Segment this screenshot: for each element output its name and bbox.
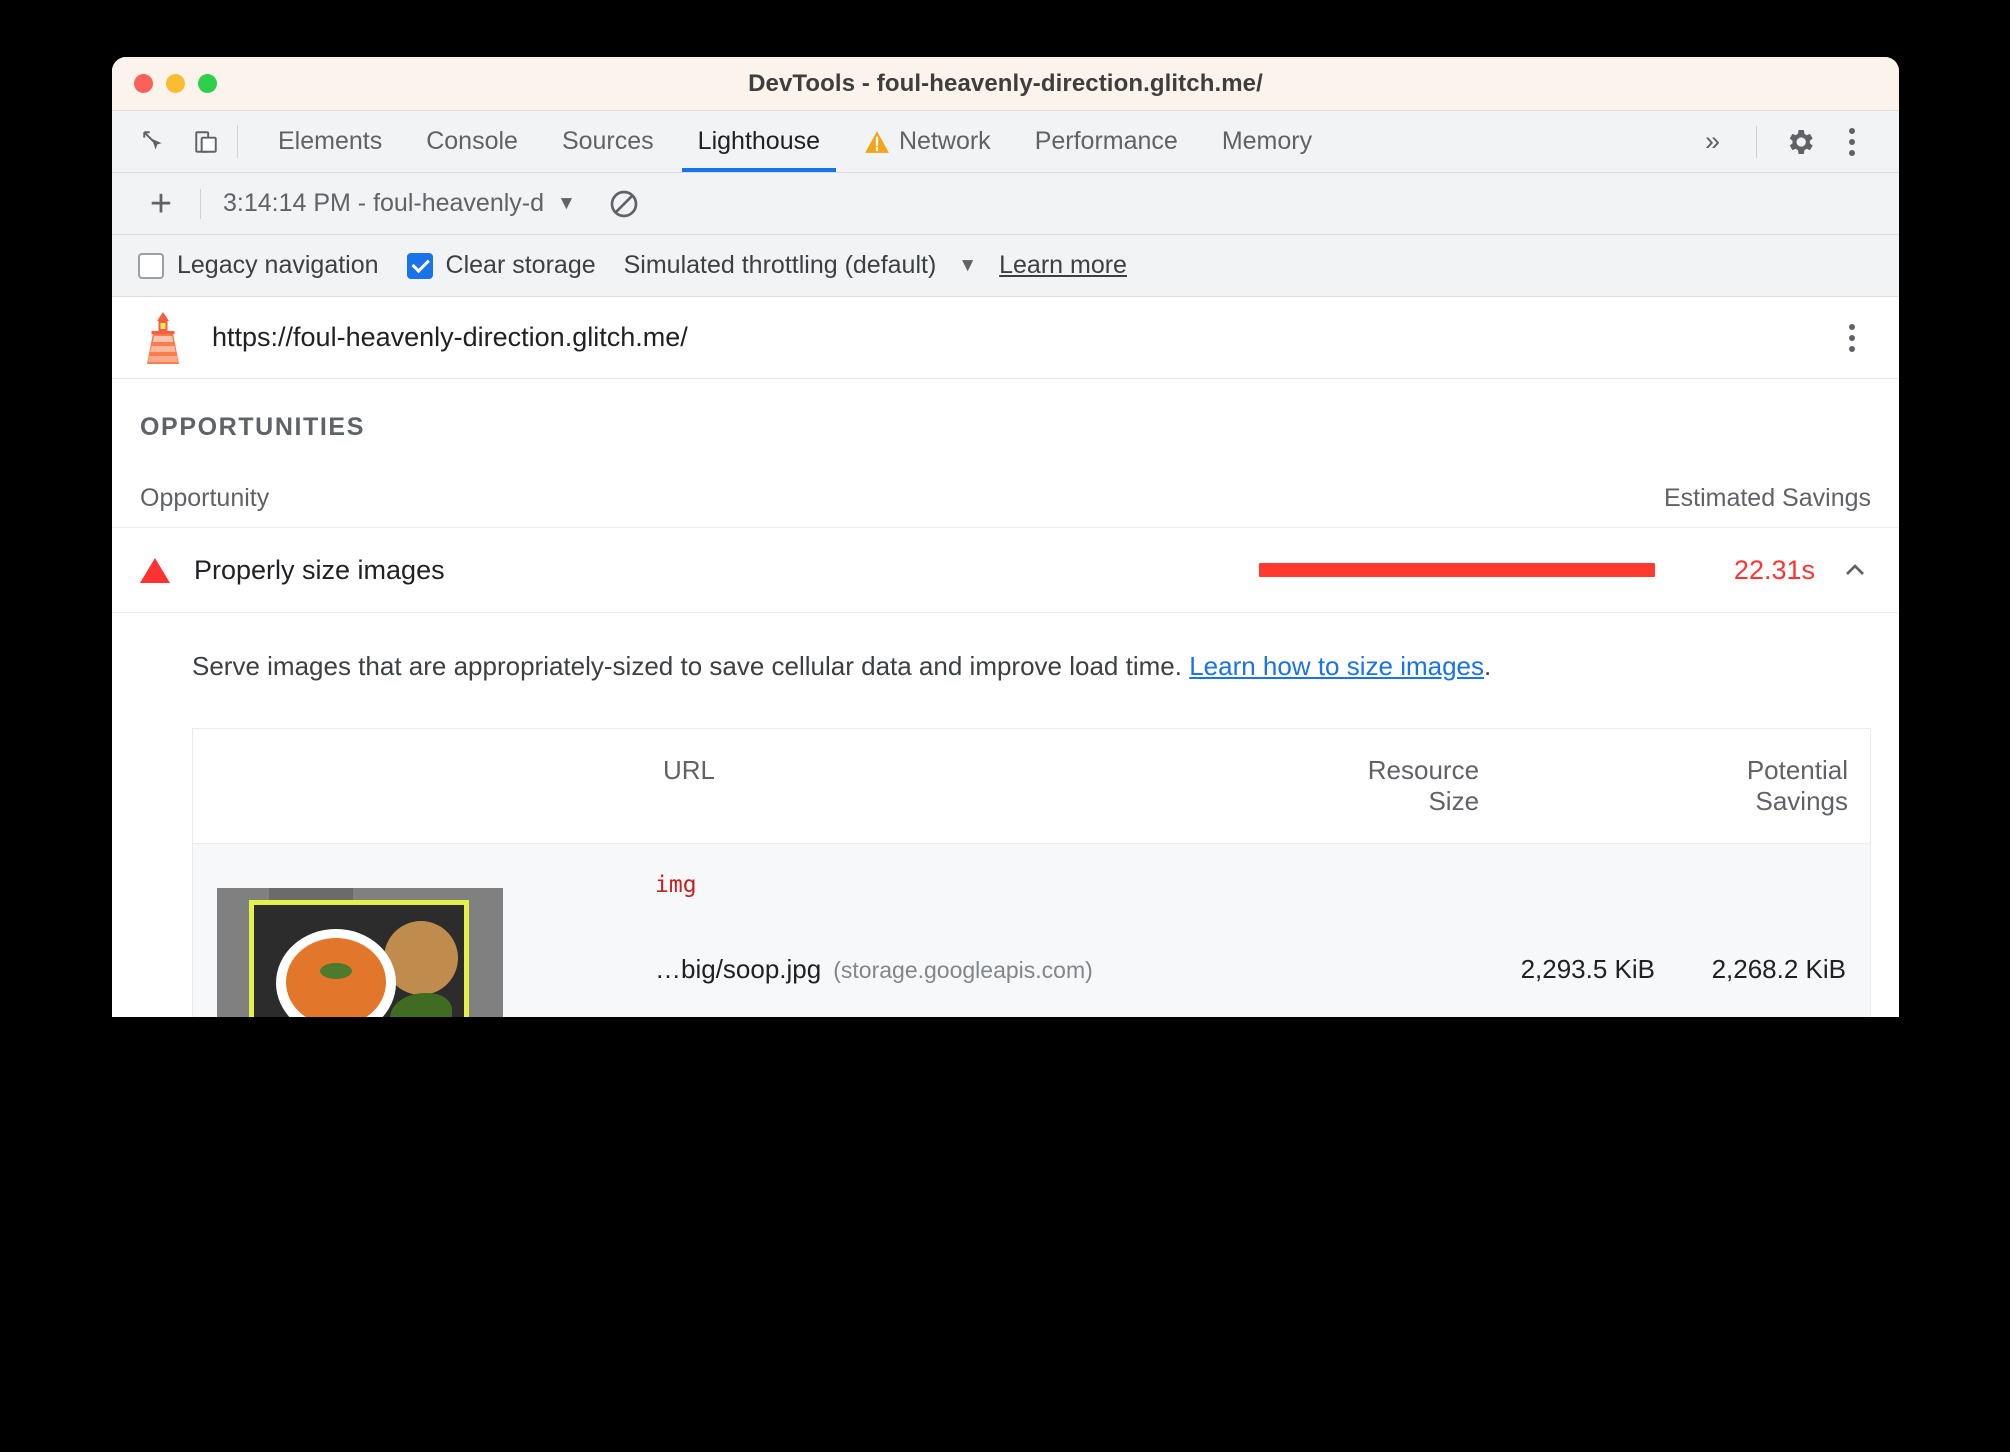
chevron-up-icon[interactable] [1839, 554, 1871, 586]
legacy-navigation-label: Legacy navigation [177, 251, 379, 279]
legacy-navigation-option[interactable]: Legacy navigation [138, 251, 379, 280]
col-header-opportunity: Opportunity [140, 484, 270, 512]
details-row-cell: Soop Cozy warm img [193, 844, 1870, 1017]
details-row-inner: Soop Cozy warm img [193, 844, 1870, 1017]
report-kebab-dots [1849, 323, 1855, 352]
report-kebab-menu-icon[interactable] [1831, 317, 1873, 359]
table-row: Soop Cozy warm img [193, 844, 1870, 1017]
inspect-element-icon[interactable] [137, 125, 171, 159]
learn-how-to-size-images-link[interactable]: Learn how to size images [1189, 651, 1484, 681]
potential-savings-value: 2,268.2 KiB [1711, 954, 1846, 985]
tab-sources-label: Sources [561, 127, 654, 155]
lighthouse-logo-icon [140, 310, 186, 366]
tabbar-right-divider [1756, 125, 1757, 158]
potential-savings-line2: Savings [1755, 786, 1849, 817]
opportunity-row-properly-size-images[interactable]: Properly size images 22.31s [112, 528, 1899, 613]
tab-network[interactable]: Network [842, 111, 1013, 172]
resource-url[interactable]: …big/soop.jpg [655, 954, 821, 984]
more-tabs-chevron-icon[interactable]: » [1691, 126, 1734, 157]
resource-size-line2: Size [1428, 786, 1480, 817]
tabbar-divider [237, 125, 238, 158]
opportunity-savings-bar [1259, 563, 1655, 577]
throttling-chevron-down-icon[interactable]: ▼ [958, 255, 977, 277]
devtools-window: DevTools - foul-heavenly-direction.glitc… [112, 57, 1899, 1017]
node-tag-label: img [655, 872, 697, 899]
kebab-menu-icon[interactable] [1831, 121, 1873, 163]
url-cell: img …big/soop.jpg (storage.googleapis.com… [513, 866, 1440, 985]
page-thumbnail: Soop Cozy warm [217, 888, 503, 1017]
panel-tabs: Elements Console Sources Lighthouse Netw… [256, 111, 1334, 172]
details-table-body: Soop Cozy warm img [193, 844, 1870, 1017]
opportunity-savings-group: 22.31s [1259, 554, 1871, 586]
run-history-value: 3:14:14 PM - foul-heavenly-dir [223, 189, 543, 217]
opportunities-table-header: Opportunity Estimated Savings [112, 442, 1899, 528]
clear-storage-label: Clear storage [445, 251, 596, 279]
thumbnail-herb [320, 963, 352, 980]
opportunity-description-period: . [1484, 651, 1492, 681]
potential-savings-line1: Potential [1746, 755, 1848, 786]
tab-performance[interactable]: Performance [1013, 111, 1200, 172]
audited-url-text: https://foul-heavenly-direction.glitch.m… [212, 322, 688, 352]
throttling-label: Simulated throttling (default) [623, 251, 937, 279]
window-title: DevTools - foul-heavenly-direction.glitc… [748, 69, 1263, 97]
tab-memory-label: Memory [1221, 127, 1313, 155]
thumbnail-cell: Soop Cozy warm [193, 866, 513, 1017]
col-header-estimated-savings: Estimated Savings [1663, 484, 1871, 512]
warning-triangle-icon [864, 130, 890, 154]
clear-storage-checkbox[interactable] [406, 252, 433, 279]
toolbar-divider [200, 188, 201, 219]
resource-size-value: 2,293.5 KiB [1520, 954, 1655, 985]
thumbnail-basil [390, 993, 452, 1017]
tab-console[interactable]: Console [404, 111, 540, 172]
lighthouse-toolbar: + 3:14:14 PM - foul-heavenly-dir ▼ [112, 173, 1899, 235]
tab-elements-label: Elements [278, 127, 383, 155]
audited-url-bar: https://foul-heavenly-direction.glitch.m… [112, 297, 1899, 379]
lighthouse-options-row: Legacy navigation Clear storage Simulate… [112, 235, 1899, 297]
opportunity-savings-value: 22.31s [1733, 554, 1815, 585]
devtools-tabbar: Elements Console Sources Lighthouse Netw… [112, 111, 1899, 173]
learn-more-link[interactable]: Learn more [999, 251, 1127, 280]
tabbar-right-controls: » [1691, 111, 1899, 172]
new-audit-button[interactable]: + [138, 185, 184, 223]
resource-size-line1: Resource [1367, 755, 1480, 786]
opportunity-details-table: URL Resource Size Potential Savings img … [192, 728, 1871, 1017]
screenshot-root: DevTools - foul-heavenly-direction.glitc… [0, 0, 2010, 1452]
clear-prohibited-icon[interactable] [608, 188, 640, 220]
opportunity-description: Serve images that are appropriately-size… [112, 613, 1899, 684]
tabbar-left-icons [112, 111, 223, 172]
gear-icon[interactable] [1779, 121, 1821, 163]
tab-elements[interactable]: Elements [256, 111, 404, 172]
device-toolbar-icon[interactable] [189, 125, 223, 159]
details-col-resource-size: Resource Size [1132, 729, 1502, 845]
opportunity-title: Properly size images [194, 554, 445, 585]
details-row-wrapper: Soop Cozy warm img [193, 844, 1870, 1017]
lighthouse-report: OPPORTUNITIES Opportunity Estimated Savi… [112, 379, 1899, 1017]
details-table: URL Resource Size Potential Savings img … [193, 729, 1870, 1017]
opportunity-description-text: Serve images that are appropriately-size… [192, 651, 1190, 681]
clear-storage-option[interactable]: Clear storage [406, 251, 596, 280]
chevron-down-icon: ▼ [557, 192, 576, 214]
details-col-potential-savings: Potential Savings [1501, 729, 1870, 845]
thumbnail-highlighted-image: Soop [249, 900, 469, 1017]
resource-url-line: …big/soop.jpg (storage.googleapis.com) [513, 954, 1440, 985]
tab-lighthouse-label: Lighthouse [697, 127, 820, 155]
tab-lighthouse[interactable]: Lighthouse [676, 111, 842, 172]
tab-console-label: Console [426, 127, 518, 155]
opportunities-section-title: OPPORTUNITIES [140, 413, 365, 441]
tab-sources[interactable]: Sources [540, 111, 676, 172]
severity-triangle-icon [140, 557, 170, 583]
window-titlebar: DevTools - foul-heavenly-direction.glitc… [112, 57, 1899, 111]
resource-host: (storage.googleapis.com) [833, 957, 1093, 984]
tab-memory[interactable]: Memory [1200, 111, 1334, 172]
tab-performance-label: Performance [1034, 127, 1178, 155]
kebab-dots [1849, 127, 1855, 156]
run-history-select[interactable]: 3:14:14 PM - foul-heavenly-dir ▼ [223, 189, 576, 218]
details-col-url: URL [193, 729, 1133, 845]
tab-network-label: Network [899, 127, 991, 155]
details-table-head: URL Resource Size Potential Savings [193, 729, 1870, 845]
legacy-navigation-checkbox[interactable] [138, 252, 164, 279]
details-header-row: URL Resource Size Potential Savings [193, 729, 1870, 845]
